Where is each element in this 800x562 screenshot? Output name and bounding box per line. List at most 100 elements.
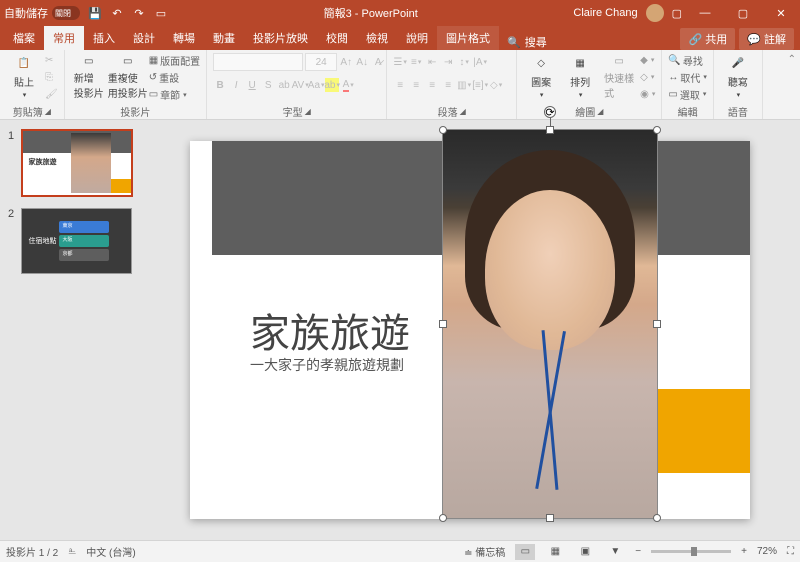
copy-button[interactable]: ⎘ [45,69,58,85]
tab-home[interactable]: 常用 [44,26,84,50]
resize-handle[interactable] [546,514,554,522]
section-button[interactable]: ▭章節 [149,86,200,102]
slide-canvas[interactable]: 家族旅遊 一大家子的孝親旅遊規劃 ⟳ [190,141,750,519]
save-icon[interactable]: 💾 [88,6,102,20]
shape-effects-button[interactable]: ◉ [640,86,655,102]
font-size-select[interactable] [305,53,337,71]
undo-icon[interactable]: ↶ [110,6,124,20]
tab-animations[interactable]: 動畫 [204,26,244,50]
thumb-preview[interactable]: 家族旅遊 [22,130,132,196]
zoom-slider[interactable] [651,550,731,553]
reuse-slides-button[interactable]: ▭ 重複使 用投影片 [110,52,146,102]
line-spacing-icon[interactable]: ↕ [457,55,471,69]
shape-outline-button[interactable]: ◇ [640,69,655,85]
normal-view-icon[interactable]: ▭ [515,544,535,560]
text-direction-icon[interactable]: |A [473,55,487,69]
thumb-preview[interactable]: 住宿地點 東京 大阪 京都 [21,208,132,274]
user-avatar-icon[interactable] [646,4,664,22]
arrange-button[interactable]: ▦排列 [562,52,598,102]
cut-button[interactable]: ✂ [45,52,58,68]
minimize-icon[interactable]: — [690,0,720,26]
resize-handle[interactable] [546,126,554,134]
autosave-switch[interactable]: 關閉 [52,6,80,20]
increase-font-icon[interactable]: A↑ [339,55,353,69]
align-text-icon[interactable]: [≡] [473,78,487,92]
underline-icon[interactable]: U [245,78,259,92]
slideshow-view-icon[interactable]: ▼ [605,544,625,560]
indent-icon[interactable]: ⇥ [441,55,455,69]
ribbon-options-icon[interactable]: ▢ [672,7,682,20]
tab-design[interactable]: 設計 [124,26,164,50]
tab-view[interactable]: 檢視 [357,26,397,50]
tab-file[interactable]: 檔案 [4,26,44,50]
language-indicator[interactable]: 中文 (台灣) [86,544,135,559]
fit-window-icon[interactable]: ⛶ [787,546,794,557]
font-color-icon[interactable]: A [341,78,355,92]
slide-counter[interactable]: 投影片 1 / 2 [6,544,58,559]
shadow-icon[interactable]: ab [277,78,291,92]
resize-handle[interactable] [653,126,661,134]
bold-icon[interactable]: B [213,78,227,92]
bullets-icon[interactable]: ☰ [393,55,407,69]
align-left-icon[interactable]: ≡ [393,78,407,92]
tab-slideshow[interactable]: 投影片放映 [244,26,317,50]
zoom-out-icon[interactable]: − [635,546,641,557]
thumbnail-2[interactable]: 2 住宿地點 東京 大阪 京都 [8,208,132,274]
paste-button[interactable]: 📋 貼上 [6,52,42,102]
reading-view-icon[interactable]: ▣ [575,544,595,560]
clear-format-icon[interactable]: A̷ [371,55,385,69]
thumbnail-1[interactable]: 1 家族旅遊 [8,130,132,196]
start-show-icon[interactable]: ▭ [154,6,168,20]
format-painter-button[interactable]: 🖌 [45,86,58,102]
notes-button[interactable]: ≐ 備忘稿 [464,544,505,559]
close-icon[interactable]: ✕ [766,0,796,26]
resize-handle[interactable] [439,320,447,328]
tab-insert[interactable]: 插入 [84,26,124,50]
strike-icon[interactable]: S [261,78,275,92]
highlight-icon[interactable]: ab [325,78,339,92]
find-button[interactable]: 🔍尋找 [668,52,707,68]
shape-fill-button[interactable]: ◆ [640,52,655,68]
shapes-button[interactable]: ◇圖案 [523,52,559,102]
autosave-toggle[interactable]: 自動儲存 關閉 [4,5,80,21]
selected-image[interactable]: ⟳ [442,129,658,519]
justify-icon[interactable]: ≡ [441,78,455,92]
resize-handle[interactable] [653,514,661,522]
redo-icon[interactable]: ↷ [132,6,146,20]
numbering-icon[interactable]: ≡ [409,55,423,69]
reset-button[interactable]: ↺重設 [149,69,200,85]
user-name[interactable]: Claire Chang [573,7,637,19]
layout-button[interactable]: ▦版面配置 [149,52,200,68]
select-button[interactable]: ▭選取 [668,86,707,102]
columns-icon[interactable]: ▥ [457,78,471,92]
slide-thumbnails-panel[interactable]: 1 家族旅遊 2 住宿地點 東京 大阪 京都 [0,120,140,540]
smartart-icon[interactable]: ◇ [489,78,503,92]
collapse-ribbon-icon[interactable]: ⌃ [788,54,796,65]
decrease-font-icon[interactable]: A↓ [355,55,369,69]
rotate-handle-icon[interactable]: ⟳ [544,106,556,118]
outdent-icon[interactable]: ⇤ [425,55,439,69]
zoom-in-icon[interactable]: + [741,546,747,557]
resize-handle[interactable] [439,126,447,134]
comments-button[interactable]: 💬 註解 [739,28,794,50]
resize-handle[interactable] [653,320,661,328]
tab-review[interactable]: 校閱 [317,26,357,50]
search-box[interactable]: 🔍搜尋 [499,34,555,50]
tab-picture-format[interactable]: 圖片格式 [437,26,499,50]
spell-check-icon[interactable]: ⎁ [68,546,76,557]
tab-help[interactable]: 說明 [397,26,437,50]
spacing-icon[interactable]: AV [293,78,307,92]
quick-styles-button[interactable]: ▭快速樣 式 [601,52,637,102]
maximize-icon[interactable]: ▢ [728,0,758,26]
zoom-level[interactable]: 72% [757,546,777,557]
slide-subtitle[interactable]: 一大家子的孝親旅遊規劃 [250,355,404,375]
new-slide-button[interactable]: ▭ 新增 投影片 [71,52,107,102]
replace-button[interactable]: ↔取代 [668,69,707,85]
sorter-view-icon[interactable]: ▦ [545,544,565,560]
italic-icon[interactable]: I [229,78,243,92]
align-right-icon[interactable]: ≡ [425,78,439,92]
slide-title[interactable]: 家族旅遊 [250,301,410,359]
share-button[interactable]: 🔗 共用 [680,28,735,50]
casing-icon[interactable]: Aa [309,78,323,92]
resize-handle[interactable] [439,514,447,522]
